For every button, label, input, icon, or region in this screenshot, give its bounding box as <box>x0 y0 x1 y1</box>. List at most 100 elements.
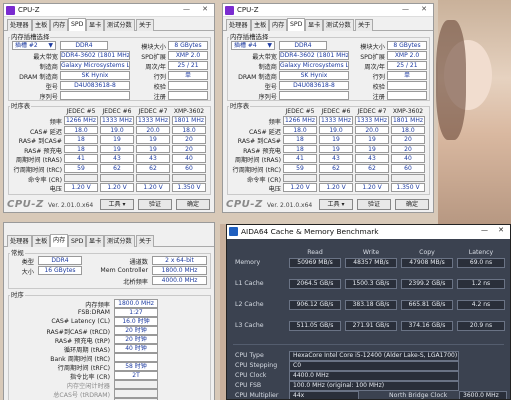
tab-cpu[interactable]: 处理器 <box>7 19 32 31</box>
timing-cell: 59 <box>283 164 317 173</box>
type-label: 类型 <box>21 259 34 266</box>
background-photo <box>436 0 511 224</box>
slot-select[interactable]: 插槽 #2 ▼ <box>12 41 56 50</box>
tab-spd[interactable]: SPD <box>68 235 87 247</box>
timing-row-label: 电压 <box>49 186 62 194</box>
ok-button[interactable]: 确定 <box>176 199 210 210</box>
timing-cell <box>391 173 425 183</box>
nb-clock-label: North Bridge Clock <box>389 392 448 399</box>
mem-timing-label: 行周期时间 (tRFC) <box>57 365 110 372</box>
minimize-icon[interactable]: — <box>481 226 488 234</box>
slot-select-value: 插槽 #2 <box>15 42 38 49</box>
aida-info-label: CPU Multiplier <box>235 392 279 399</box>
nb-value: 4000.0 MHz <box>152 276 207 285</box>
timing-cell: 19 <box>136 144 170 154</box>
tab-bench[interactable]: 测试分数 <box>104 235 135 247</box>
mem-timing-label: 循环周期 (tRAS) <box>63 347 110 354</box>
rank-value: 单 <box>168 71 208 80</box>
mem-timing-value: 58 时钟 <box>114 362 158 371</box>
timing-cell: 43 <box>319 154 353 163</box>
aida-value-box: 271.91 GB/s <box>345 321 397 331</box>
tab-about[interactable]: 关于 <box>136 19 155 31</box>
tab-memory[interactable]: 内存 <box>50 19 69 31</box>
timing-cell: 43 <box>136 154 170 163</box>
dropdown-icon: ▾ <box>341 201 345 208</box>
tab-about[interactable]: 关于 <box>136 235 155 247</box>
timing-cell: 1266 MHz <box>64 116 98 125</box>
tools-button[interactable]: 工具 ▾ <box>100 199 134 210</box>
tab-bar: 处理器 主板 内存 SPD 显卡 测试分数 关于 <box>4 17 214 31</box>
aida-value-box: 20.9 ns <box>457 321 505 331</box>
timing-group-title: 时序表 <box>229 101 251 110</box>
aida-title-bar: AIDA64 Cache & Memory Benchmark — ✕ <box>227 225 510 239</box>
timing-row-label: 行周期时间 (tRC) <box>13 167 62 174</box>
tab-memory[interactable]: 内存 <box>269 19 288 31</box>
version-text: Ver. 2.01.0.x64 <box>267 202 313 209</box>
aida-row-label: L3 Cache <box>235 322 264 329</box>
ok-button[interactable]: 确定 <box>395 199 429 210</box>
registered-value <box>387 81 427 90</box>
timing-cell: 18.0 <box>391 125 425 135</box>
slot-select[interactable]: 插槽 #4 ▼ <box>231 41 275 50</box>
mem-timing-label: 指令比率 (CR) <box>69 374 110 381</box>
timing-cell: 20 <box>172 144 206 154</box>
tab-mainboard[interactable]: 主板 <box>251 19 270 31</box>
tab-bench[interactable]: 测试分数 <box>323 19 354 31</box>
tab-bench[interactable]: 测试分数 <box>104 19 135 31</box>
aida64-window: AIDA64 Cache & Memory Benchmark — ✕ Read… <box>226 224 511 400</box>
aida-value-box: 511.05 GB/s <box>289 321 341 331</box>
timing-cell: 18 <box>64 135 98 144</box>
tab-cpu[interactable]: 处理器 <box>7 235 32 247</box>
tab-memory[interactable]: 内存 <box>50 234 69 247</box>
timing-cell: 1.20 V <box>355 183 389 192</box>
title-bar: CPU-Z — ✕ <box>4 4 214 17</box>
minimize-icon[interactable]: — <box>402 5 409 13</box>
tab-graphics[interactable]: 显卡 <box>305 19 324 31</box>
minimize-icon[interactable]: — <box>183 5 190 13</box>
mem-timing-value: 1800.0 MHz <box>114 299 158 308</box>
aida-info-label: CPU Stepping <box>235 362 278 369</box>
max-bw-label: 最大带宽 <box>33 54 58 61</box>
tab-spd[interactable]: SPD <box>68 18 87 31</box>
timing-cell: 1266 MHz <box>283 116 317 125</box>
col-header: JEDEC #7 <box>357 108 387 115</box>
close-icon[interactable]: ✕ <box>202 5 208 13</box>
col-header: XMP-3602 <box>392 108 424 115</box>
timing-cell: 19 <box>355 144 389 154</box>
mem-timing-label: 总CAS号 (tRDRAM) <box>53 392 110 399</box>
timing-row-label: 电压 <box>268 186 281 194</box>
timing-cell: 1333 MHz <box>355 116 389 125</box>
module-size-label: 模块大小 <box>360 44 385 51</box>
dram-mfr-value: SK Hynix <box>60 71 130 80</box>
timing-cell: 18.0 <box>172 125 206 135</box>
aida-info-label: CPU Type <box>235 352 264 359</box>
rank-label: 行列 <box>372 74 385 81</box>
timing-cell: 1333 MHz <box>319 116 353 125</box>
tab-mainboard[interactable]: 主板 <box>32 19 51 31</box>
tab-cpu[interactable]: 处理器 <box>226 19 251 31</box>
timing-row-label: RAS# 到CAS# <box>237 138 281 146</box>
tab-mainboard[interactable]: 主板 <box>32 235 51 247</box>
close-icon[interactable]: ✕ <box>421 5 427 13</box>
col-latency: Latency <box>468 249 494 256</box>
cpuz-logo-icon <box>225 6 234 15</box>
timing-cell: 40 <box>391 154 425 163</box>
timing-cell: 1.20 V <box>319 183 353 192</box>
serial-value <box>60 91 130 100</box>
timing-cell: 60 <box>391 164 425 173</box>
aida-value-box: 48357 MB/s <box>345 258 397 268</box>
validate-button[interactable]: 验证 <box>138 199 172 210</box>
module-size-value: 8 GBytes <box>387 41 427 50</box>
tab-spd[interactable]: SPD <box>287 18 306 31</box>
timing-group-title: 时序表 <box>10 101 32 110</box>
tab-graphics[interactable]: 显卡 <box>86 235 105 247</box>
tools-button[interactable]: 工具 ▾ <box>319 199 353 210</box>
validate-button[interactable]: 验证 <box>357 199 391 210</box>
timing-cell: 19 <box>136 135 170 144</box>
tab-graphics[interactable]: 显卡 <box>86 19 105 31</box>
timing-row-label: 频率 <box>49 119 62 126</box>
tab-about[interactable]: 关于 <box>355 19 374 31</box>
close-icon[interactable]: ✕ <box>498 226 504 234</box>
serial-label: 序列号 <box>258 94 277 101</box>
max-bw-value: DDR4-3602 (1801 MHz) <box>279 51 349 60</box>
